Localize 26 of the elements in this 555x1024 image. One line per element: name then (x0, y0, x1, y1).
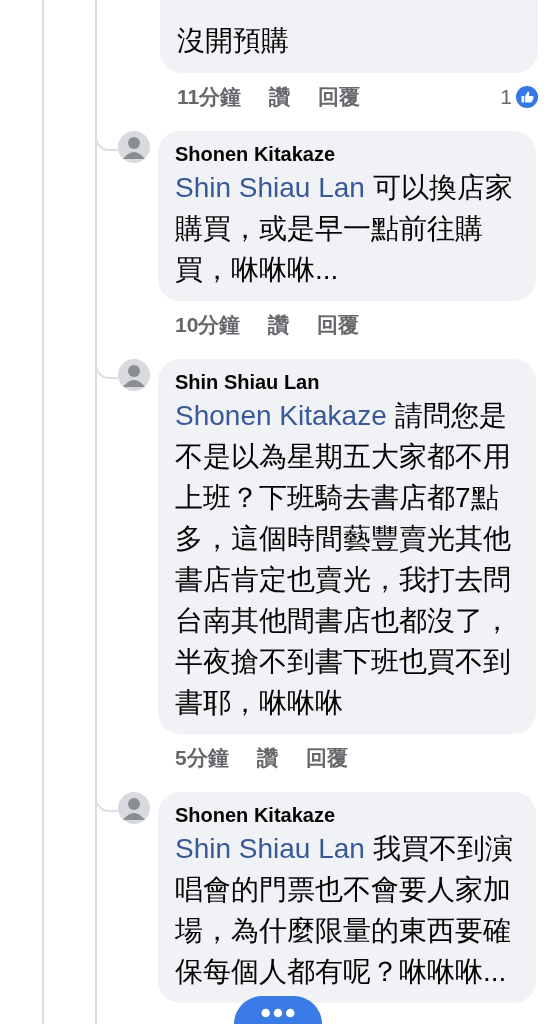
avatar[interactable] (118, 359, 150, 391)
reaction-count[interactable]: 1 (500, 85, 512, 109)
author-name[interactable]: Shonen Kitakaze (175, 141, 516, 167)
reply-link[interactable]: 回覆 (318, 83, 361, 111)
comment-text: Shin Shiau Lan 我買不到演唱會的門票也不會要人家加場，為什麼限量的東西要確保每個人都有呢？咻咻咻... (175, 832, 514, 989)
mention-link[interactable]: Shin Shiau Lan (175, 833, 365, 864)
like-link[interactable]: 讚 (269, 83, 291, 111)
comment-text: Shonen Kitakaze 請問您是不是以為星期五大家都不用上班？下班騎去書店都7點多，這個時間藝豐賣光其他書店肯定也賣光，我打去問台南其他間書店也都沒了，半夜搶不到書下班也買不到書耶，咻咻咻 (175, 399, 512, 720)
timestamp: 11分鐘 (177, 84, 242, 110)
more-icon (261, 1008, 295, 1018)
avatar[interactable] (118, 792, 150, 824)
reply-link[interactable]: 回覆 (317, 311, 360, 339)
timestamp: 10分鐘 (175, 312, 241, 338)
author-name[interactable]: Shin Shiau Lan (175, 369, 516, 395)
mention-link[interactable]: Shonen Kitakaze (175, 400, 387, 431)
like-link[interactable]: 讚 (256, 744, 278, 772)
comment-text: Shin Shiau Lan 可以換店家購買，或是早一點前往購買，咻咻咻... (175, 171, 514, 287)
comment-text: 沒開預購 (177, 24, 290, 58)
author-name[interactable]: Shonen Kitakaze (175, 802, 516, 828)
more-button[interactable] (234, 996, 322, 1024)
mention-link[interactable]: Shin Shiau Lan (175, 172, 365, 203)
timestamp: 5分鐘 (175, 745, 229, 771)
like-link[interactable]: 讚 (268, 311, 290, 339)
avatar[interactable] (118, 131, 150, 163)
reply-link[interactable]: 回覆 (305, 744, 348, 772)
thumbs-up-icon (516, 86, 538, 108)
